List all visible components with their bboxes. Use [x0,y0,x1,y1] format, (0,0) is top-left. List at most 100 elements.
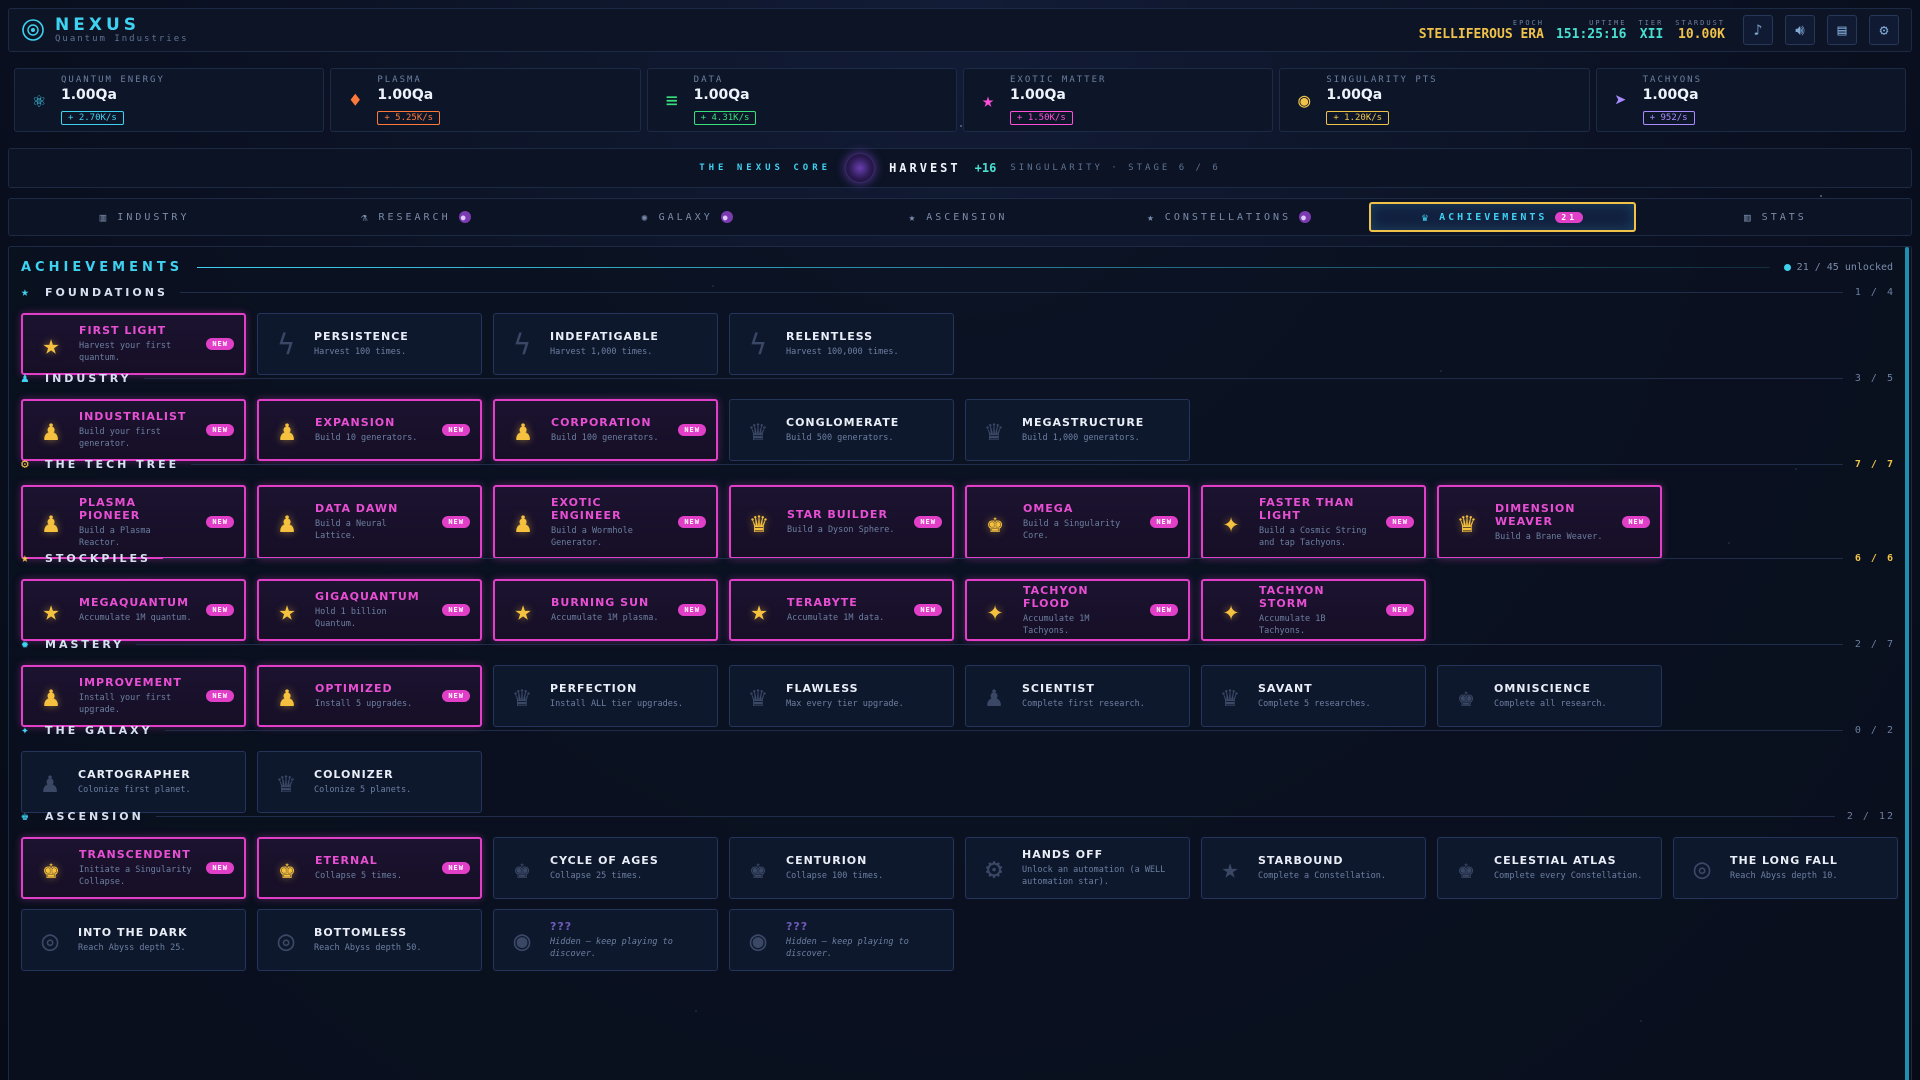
achievement-desc: Reach Abyss depth 50. [314,943,422,953]
tab-stats[interactable]: ▥ STATS [1644,202,1907,232]
tab-industry[interactable]: ▥ INDUSTRY [13,202,276,232]
medal-icon: ♟ [41,765,59,799]
achievement-card[interactable]: ◉??? Hidden — keep playing to discover. [729,909,954,971]
log-button[interactable]: ▤ [1827,15,1857,45]
achievement-card[interactable]: ◉??? Hidden — keep playing to discover. [493,909,718,971]
stardust-value: 10.00K [1678,26,1725,42]
resource-value: 1.00Qa [1009,87,1066,103]
new-badge: NEW [442,424,470,436]
achievement-card[interactable]: ♚ ETERNAL Collapse 5 times. NEW [257,837,482,899]
core-orb-icon[interactable] [845,153,876,183]
achievement-card[interactable]: ♟ PLASMA PIONEER Build a Plasma Reactor. NE… [21,485,246,559]
stardust-stat: STARDUST 10.00K [1675,19,1725,42]
achievement-desc: Accumulate 1M data. [787,613,885,623]
achievement-card[interactable]: ◎ INTO THE DARK Reach Abyss depth 25. [21,909,246,971]
section-divider [143,377,1843,379]
section-foundations: ★ FOUNDATIONS 1 / 4 ★ FIRST LIGHT Harvest you… [21,283,1901,375]
cog-icon: ⚙ [985,851,1003,885]
achievement-name: INDEFATIGABLE [550,330,659,343]
achievement-card[interactable]: ◎ BOTTOMLESS Reach Abyss depth 50. [257,909,482,971]
achievement-name: CONGLOMERATE [786,416,900,429]
resource-card: ◉ SINGULARITY PTS 1.00Qa + 1.20K/s [1279,68,1590,132]
achievement-card[interactable]: ♟ DATA DAWN Build a Neural Lattice. NEW [257,485,482,559]
achievement-card[interactable]: ♛ PERFECTION Install ALL tier upgrades. [493,665,718,727]
nexus-core-bar[interactable]: THE NEXUS CORE HARVEST +16 SINGULARITY ·… [8,148,1912,188]
achievement-card[interactable]: ♛ DIMENSION WEAVER Build a Brane Weaver. NE… [1437,485,1662,559]
achievement-card[interactable]: ♟ IMPROVEMENT Install your first upgrade. N… [21,665,246,727]
achievement-card[interactable]: ★ BURNING SUN Accumulate 1M plasma. NEW [493,579,718,641]
achievement-card[interactable]: ★ MEGAQUANTUM Accumulate 1M quantum. NEW [21,579,246,641]
section-industry: ♟ INDUSTRY 3 / 5 ♟ INDUSTRIALIST Build your f… [21,369,1901,461]
tab-constellations[interactable]: ★ CONSTELLATIONS ● [1098,202,1361,232]
settings-button[interactable]: ⚙ [1869,15,1899,45]
achievement-card[interactable]: ϟ INDEFATIGABLE Harvest 1,000 times. [493,313,718,375]
music-button[interactable]: ♪ [1743,15,1773,45]
tab-achievements[interactable]: ♛ ACHIEVEMENTS 21 [1368,202,1636,232]
achievement-card[interactable]: ★ STARBOUND Complete a Constellation. [1201,837,1426,899]
achievement-card[interactable]: ★ FIRST LIGHT Harvest your first quantum. N… [21,313,246,375]
achievement-desc: Collapse 25 times. [550,871,643,881]
achievement-card[interactable]: ✦ FASTER THAN LIGHT Build a Cosmic String … [1201,485,1426,559]
new-badge: NEW [1386,604,1414,616]
trophy-icon: ♛ [985,413,1003,447]
achievement-card[interactable]: ♚ OMEGA Build a Singularity Core. NEW [965,485,1190,559]
logo: NEXUS Quantum Industries [21,16,189,44]
new-badge: NEW [442,604,470,616]
new-badge: NEW [678,516,706,528]
medal-icon: ♟ [42,679,60,713]
achievement-card[interactable]: ♟ CARTOGRAPHER Colonize first planet. [21,751,246,813]
achievement-card[interactable]: ♚ CENTURION Collapse 100 times. [729,837,954,899]
achievement-card[interactable]: ♟ OPTIMIZED Install 5 upgrades. NEW [257,665,482,727]
achievement-desc: Harvest 1,000 times. [550,347,653,357]
achievement-card[interactable]: ϟ RELENTLESS Harvest 100,000 times. [729,313,954,375]
achievement-desc: Build 500 generators. [786,433,894,443]
achievement-card[interactable]: ♛ CONGLOMERATE Build 500 generators. [729,399,954,461]
unlocked-count-text: 21 / 45 unlocked [1796,261,1893,273]
achievement-card[interactable]: ♚ CELESTIAL ATLAS Complete every Constella… [1437,837,1662,899]
star-icon: ★ [1221,851,1239,885]
volume-button[interactable]: 🔊︎ [1785,15,1815,45]
achievement-card[interactable]: ♚ CYCLE OF AGES Collapse 25 times. [493,837,718,899]
scrollbar[interactable] [1905,247,1909,1080]
achievement-card[interactable]: ◎ THE LONG FALL Reach Abyss depth 10. [1673,837,1898,899]
achievement-card[interactable]: ϟ PERSISTENCE Harvest 100 times. [257,313,482,375]
stats-icon: ▥ [1744,210,1754,224]
achievement-desc: Build 1,000 generators. [1022,433,1140,443]
achievement-desc: Accumulate 1B Tachyons. [1259,613,1326,636]
tab-label: RESEARCH [378,211,451,223]
crown-icon: ♚ [1457,851,1475,885]
trophy-icon: ♛ [277,765,295,799]
achievement-card[interactable]: ♟ EXOTIC ENGINEER Build a Wormhole Generat… [493,485,718,559]
music-icon: ♪ [1753,21,1763,39]
achievement-card[interactable]: ★ GIGAQUANTUM Hold 1 billion Quantum. NEW [257,579,482,641]
achievement-name: TRANSCENDENT [79,848,191,861]
achievement-card[interactable]: ♟ CORPORATION Build 100 generators. NEW [493,399,718,461]
tab-label: ASCENSION [926,211,1008,223]
achievement-desc: Build a Neural Lattice. [315,519,387,541]
crown-icon: ♚ [986,505,1004,539]
achievement-card[interactable]: ★ TERABYTE Accumulate 1M data. NEW [729,579,954,641]
achievement-card[interactable]: ♛ COLONIZER Colonize 5 planets. [257,751,482,813]
tab-research[interactable]: ⚗ RESEARCH ● [284,202,547,232]
achievement-card[interactable]: ⚙ HANDS OFF Unlock an automation (a WELL a… [965,837,1190,899]
achievement-card[interactable]: ♟ EXPANSION Build 10 generators. NEW [257,399,482,461]
achievement-desc: Harvest 100 times. [314,347,407,357]
achievement-card[interactable]: ♛ SAVANT Complete 5 researches. [1201,665,1426,727]
achievement-name: IMPROVEMENT [79,676,182,689]
achievement-card[interactable]: ♟ SCIENTIST Complete first research. [965,665,1190,727]
achievement-card[interactable]: ✦ TACHYON FLOOD Accumulate 1M Tachyons. NEW [965,579,1190,641]
trophy-icon: ♛ [1221,679,1239,713]
achievement-card[interactable]: ♛ STAR BUILDER Build a Dyson Sphere. NEW [729,485,954,559]
achievement-card[interactable]: ✦ TACHYON STORM Accumulate 1B Tachyons. NEW [1201,579,1426,641]
achievement-card[interactable]: ♟ INDUSTRIALIST Build your first generator… [21,399,246,461]
medal-icon: ♟ [985,679,1003,713]
achievement-card[interactable]: ♛ FLAWLESS Max every tier upgrade. [729,665,954,727]
scrollbar-thumb[interactable] [1905,247,1909,1080]
achievement-card[interactable]: ♛ MEGASTRUCTURE Build 1,000 generators. [965,399,1190,461]
achievement-card[interactable]: ♚ TRANSCENDENT Initiate a Singularity Coll… [21,837,246,899]
tab-galaxy[interactable]: ✺ GALAXY ● [555,202,818,232]
resource-value: 1.00Qa [377,87,434,103]
harvest-button[interactable]: HARVEST [889,161,961,175]
tab-ascension[interactable]: ★ ASCENSION [826,202,1089,232]
achievement-card[interactable]: ♚ OMNISCIENCE Complete all research. [1437,665,1662,727]
